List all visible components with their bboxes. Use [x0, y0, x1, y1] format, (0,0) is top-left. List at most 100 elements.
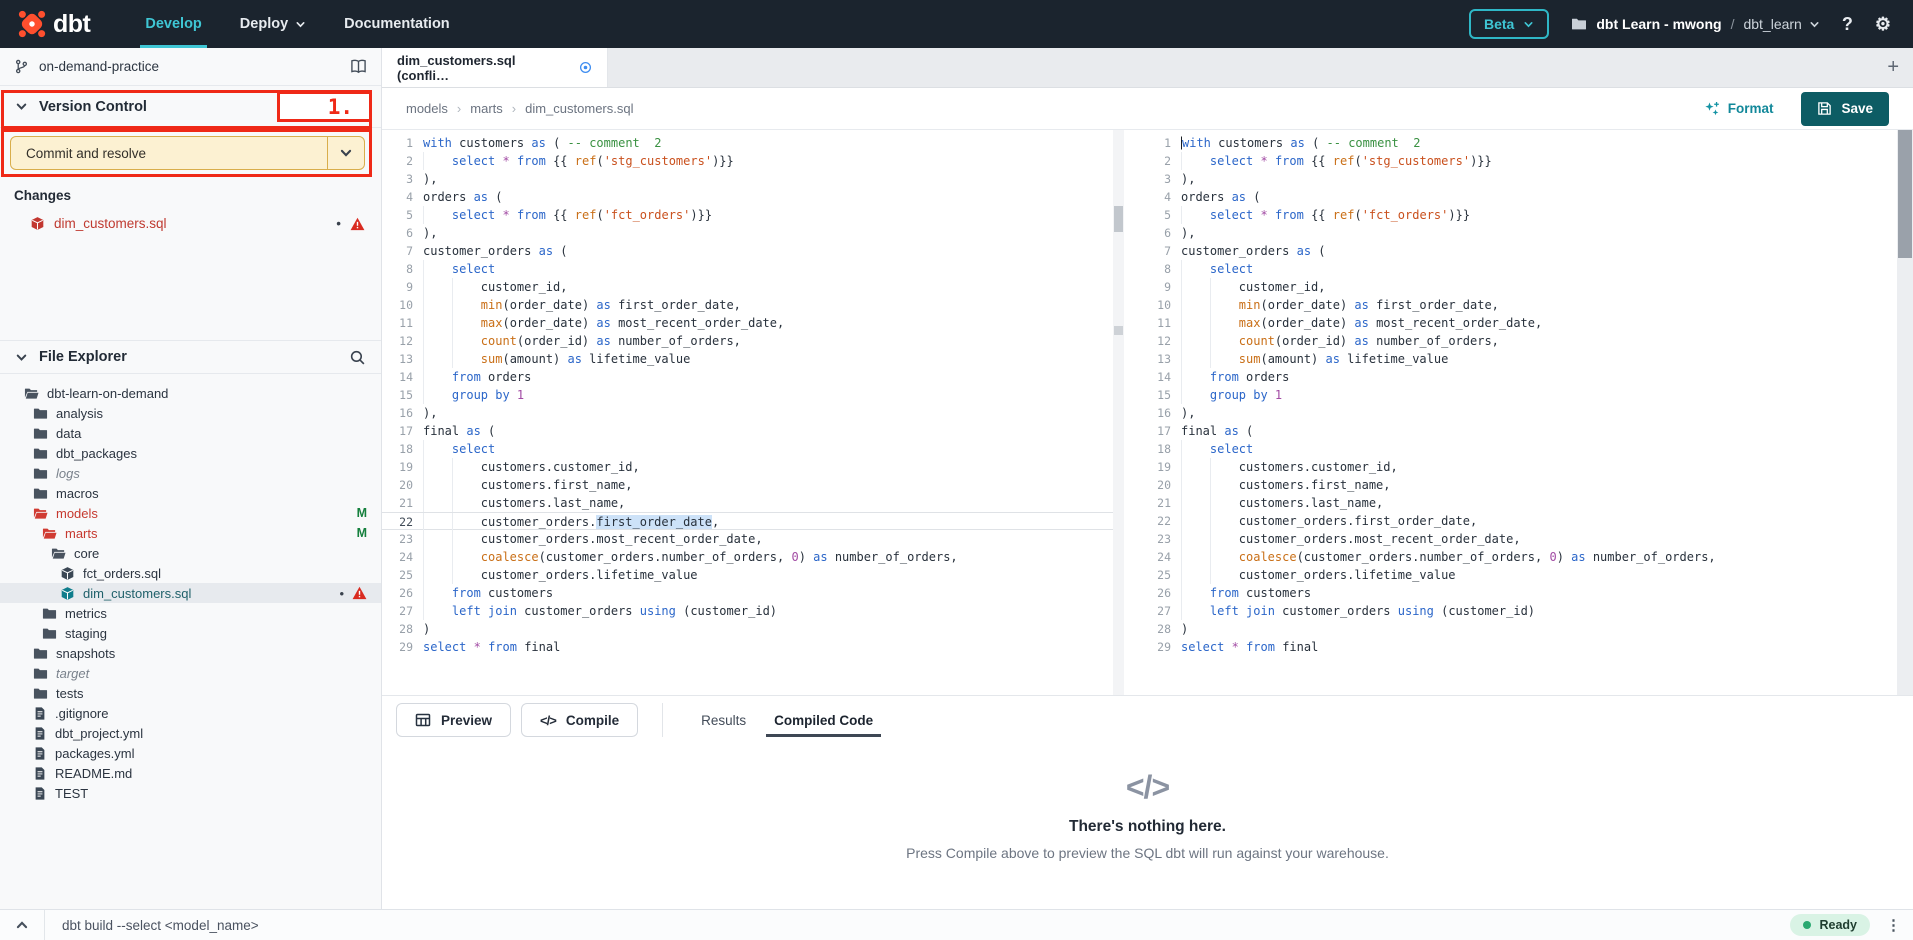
tab-dim-customers[interactable]: dim_customers.sql (confli… [382, 48, 608, 87]
code-line-7[interactable]: 7customer_orders as ( [1140, 242, 1897, 260]
code-line-3[interactable]: 3), [382, 170, 1113, 188]
code-line-8[interactable]: 8 select [382, 260, 1113, 278]
code-line-9[interactable]: 9 customer_id, [1140, 278, 1897, 296]
code-line-16[interactable]: 16), [1140, 404, 1897, 422]
code-line-21[interactable]: 21 customers.last_name, [382, 494, 1113, 512]
commit-and-resolve-button[interactable]: Commit and resolve [10, 136, 365, 170]
code-line-27[interactable]: 27 left join customer_orders using (cust… [1140, 602, 1897, 620]
search-icon[interactable] [349, 349, 366, 366]
code-line-24[interactable]: 24 coalesce(customer_orders.number_of_or… [1140, 548, 1897, 566]
unsaved-target-icon[interactable] [579, 61, 592, 74]
file-tree-item-marts[interactable]: martsM [0, 523, 381, 543]
code-line-29[interactable]: 29select * from final [1140, 638, 1897, 656]
code-line-15[interactable]: 15 group by 1 [1140, 386, 1897, 404]
code-line-25[interactable]: 25 customer_orders.lifetime_value [1140, 566, 1897, 584]
dbt-logo[interactable]: dbt [18, 10, 90, 39]
code-line-6[interactable]: 6), [382, 224, 1113, 242]
code-line-16[interactable]: 16), [382, 404, 1113, 422]
code-line-28[interactable]: 28) [1140, 620, 1897, 638]
file-tree-item-dim_customers.sql[interactable]: dim_customers.sql• [0, 583, 381, 603]
code-line-6[interactable]: 6), [1140, 224, 1897, 242]
code-line-26[interactable]: 26 from customers [382, 584, 1113, 602]
file-tree-item-snapshots[interactable]: snapshots [0, 643, 381, 663]
file-tree-item-README.md[interactable]: README.md [0, 763, 381, 783]
breadcrumb-item-marts[interactable]: marts [470, 101, 503, 116]
gear-icon[interactable]: ⚙ [1875, 14, 1891, 35]
code-line-12[interactable]: 12 count(order_id) as number_of_orders, [382, 332, 1113, 350]
code-line-2[interactable]: 2 select * from {{ ref('stg_customers')}… [1140, 152, 1897, 170]
code-line-2[interactable]: 2 select * from {{ ref('stg_customers')}… [382, 152, 1113, 170]
code-line-13[interactable]: 13 sum(amount) as lifetime_value [382, 350, 1113, 368]
tab-results[interactable]: Results [687, 703, 760, 737]
code-line-20[interactable]: 20 customers.first_name, [382, 476, 1113, 494]
scrollbar-thumb[interactable] [1114, 206, 1123, 232]
code-line-15[interactable]: 15 group by 1 [382, 386, 1113, 404]
file-tree-item-staging[interactable]: staging [0, 623, 381, 643]
file-tree-item-dbt_packages[interactable]: dbt_packages [0, 443, 381, 463]
code-line-27[interactable]: 27 left join customer_orders using (cust… [382, 602, 1113, 620]
help-icon[interactable]: ? [1842, 14, 1853, 35]
account-selector[interactable]: dbt Learn - mwong / dbt_learn [1571, 16, 1820, 32]
file-tree-item-target[interactable]: target [0, 663, 381, 683]
code-line-23[interactable]: 23 customer_orders.most_recent_order_dat… [1140, 530, 1897, 548]
file-tree-item-macros[interactable]: macros [0, 483, 381, 503]
code-line-11[interactable]: 11 max(order_date) as most_recent_order_… [382, 314, 1113, 332]
file-tree-item-core[interactable]: core [0, 543, 381, 563]
code-line-28[interactable]: 28) [382, 620, 1113, 638]
code-line-5[interactable]: 5 select * from {{ ref('fct_orders')}} [1140, 206, 1897, 224]
file-tree-item-dbt_project.yml[interactable]: dbt_project.yml [0, 723, 381, 743]
code-line-4[interactable]: 4orders as ( [1140, 188, 1897, 206]
code-line-10[interactable]: 10 min(order_date) as first_order_date, [382, 296, 1113, 314]
code-line-1[interactable]: 1with customers as ( -- comment 2 [1140, 134, 1897, 152]
file-tree-item-tests[interactable]: tests [0, 683, 381, 703]
file-tree-item-metrics[interactable]: metrics [0, 603, 381, 623]
command-input[interactable]: dbt build --select <model_name> [62, 918, 1790, 933]
code-line-22[interactable]: 22 customer_orders.first_order_date, [1140, 512, 1897, 530]
code-line-17[interactable]: 17final as ( [1140, 422, 1897, 440]
scrollbar-thumb[interactable] [1898, 130, 1912, 258]
code-line-14[interactable]: 14 from orders [1140, 368, 1897, 386]
editor-pane-left[interactable]: 1with customers as ( -- comment 22 selec… [382, 130, 1113, 695]
commit-dropdown-caret[interactable] [327, 137, 364, 169]
code-line-21[interactable]: 21 customers.last_name, [1140, 494, 1897, 512]
preview-button[interactable]: Preview [396, 703, 511, 737]
compile-button[interactable]: </> Compile [521, 703, 638, 737]
code-line-19[interactable]: 19 customers.customer_id, [1140, 458, 1897, 476]
kebab-menu-icon[interactable]: ⋮ [1886, 918, 1901, 933]
code-line-5[interactable]: 5 select * from {{ ref('fct_orders')}} [382, 206, 1113, 224]
code-line-12[interactable]: 12 count(order_id) as number_of_orders, [1140, 332, 1897, 350]
version-control-header[interactable]: Version Control [0, 86, 381, 128]
file-tree-item-.gitignore[interactable]: .gitignore [0, 703, 381, 723]
code-line-29[interactable]: 29select * from final [382, 638, 1113, 656]
file-tree-item-dbt-learn-on-demand[interactable]: dbt-learn-on-demand [0, 383, 381, 403]
code-line-8[interactable]: 8 select [1140, 260, 1897, 278]
file-tree-item-models[interactable]: modelsM [0, 503, 381, 523]
file-explorer-header[interactable]: File Explorer [0, 340, 381, 374]
branch-selector[interactable]: on-demand-practice [0, 48, 381, 86]
code-line-24[interactable]: 24 coalesce(customer_orders.number_of_or… [382, 548, 1113, 566]
nav-item-documentation[interactable]: Documentation [325, 0, 469, 48]
code-line-22[interactable]: 22 customer_orders.first_order_date, [382, 512, 1113, 530]
code-line-18[interactable]: 18 select [1140, 440, 1897, 458]
code-line-10[interactable]: 10 min(order_date) as first_order_date, [1140, 296, 1897, 314]
code-line-20[interactable]: 20 customers.first_name, [1140, 476, 1897, 494]
tab-compiled-code[interactable]: Compiled Code [760, 703, 887, 737]
code-line-11[interactable]: 11 max(order_date) as most_recent_order_… [1140, 314, 1897, 332]
code-line-13[interactable]: 13 sum(amount) as lifetime_value [1140, 350, 1897, 368]
code-line-19[interactable]: 19 customers.customer_id, [382, 458, 1113, 476]
editor-pane-right[interactable]: 1with customers as ( -- comment 22 selec… [1140, 130, 1897, 695]
nav-item-deploy[interactable]: Deploy [221, 0, 325, 48]
code-line-23[interactable]: 23 customer_orders.most_recent_order_dat… [382, 530, 1113, 548]
code-line-14[interactable]: 14 from orders [382, 368, 1113, 386]
code-line-17[interactable]: 17final as ( [382, 422, 1113, 440]
file-tree-item-TEST[interactable]: TEST [0, 783, 381, 803]
file-tree-item-packages.yml[interactable]: packages.yml [0, 743, 381, 763]
code-line-4[interactable]: 4orders as ( [382, 188, 1113, 206]
format-button[interactable]: Format [1704, 101, 1774, 117]
left-pane-scrollbar[interactable] [1113, 130, 1124, 695]
code-line-18[interactable]: 18 select [382, 440, 1113, 458]
code-line-26[interactable]: 26 from customers [1140, 584, 1897, 602]
code-line-9[interactable]: 9 customer_id, [382, 278, 1113, 296]
code-line-3[interactable]: 3), [1140, 170, 1897, 188]
docs-book-icon[interactable] [350, 58, 367, 75]
